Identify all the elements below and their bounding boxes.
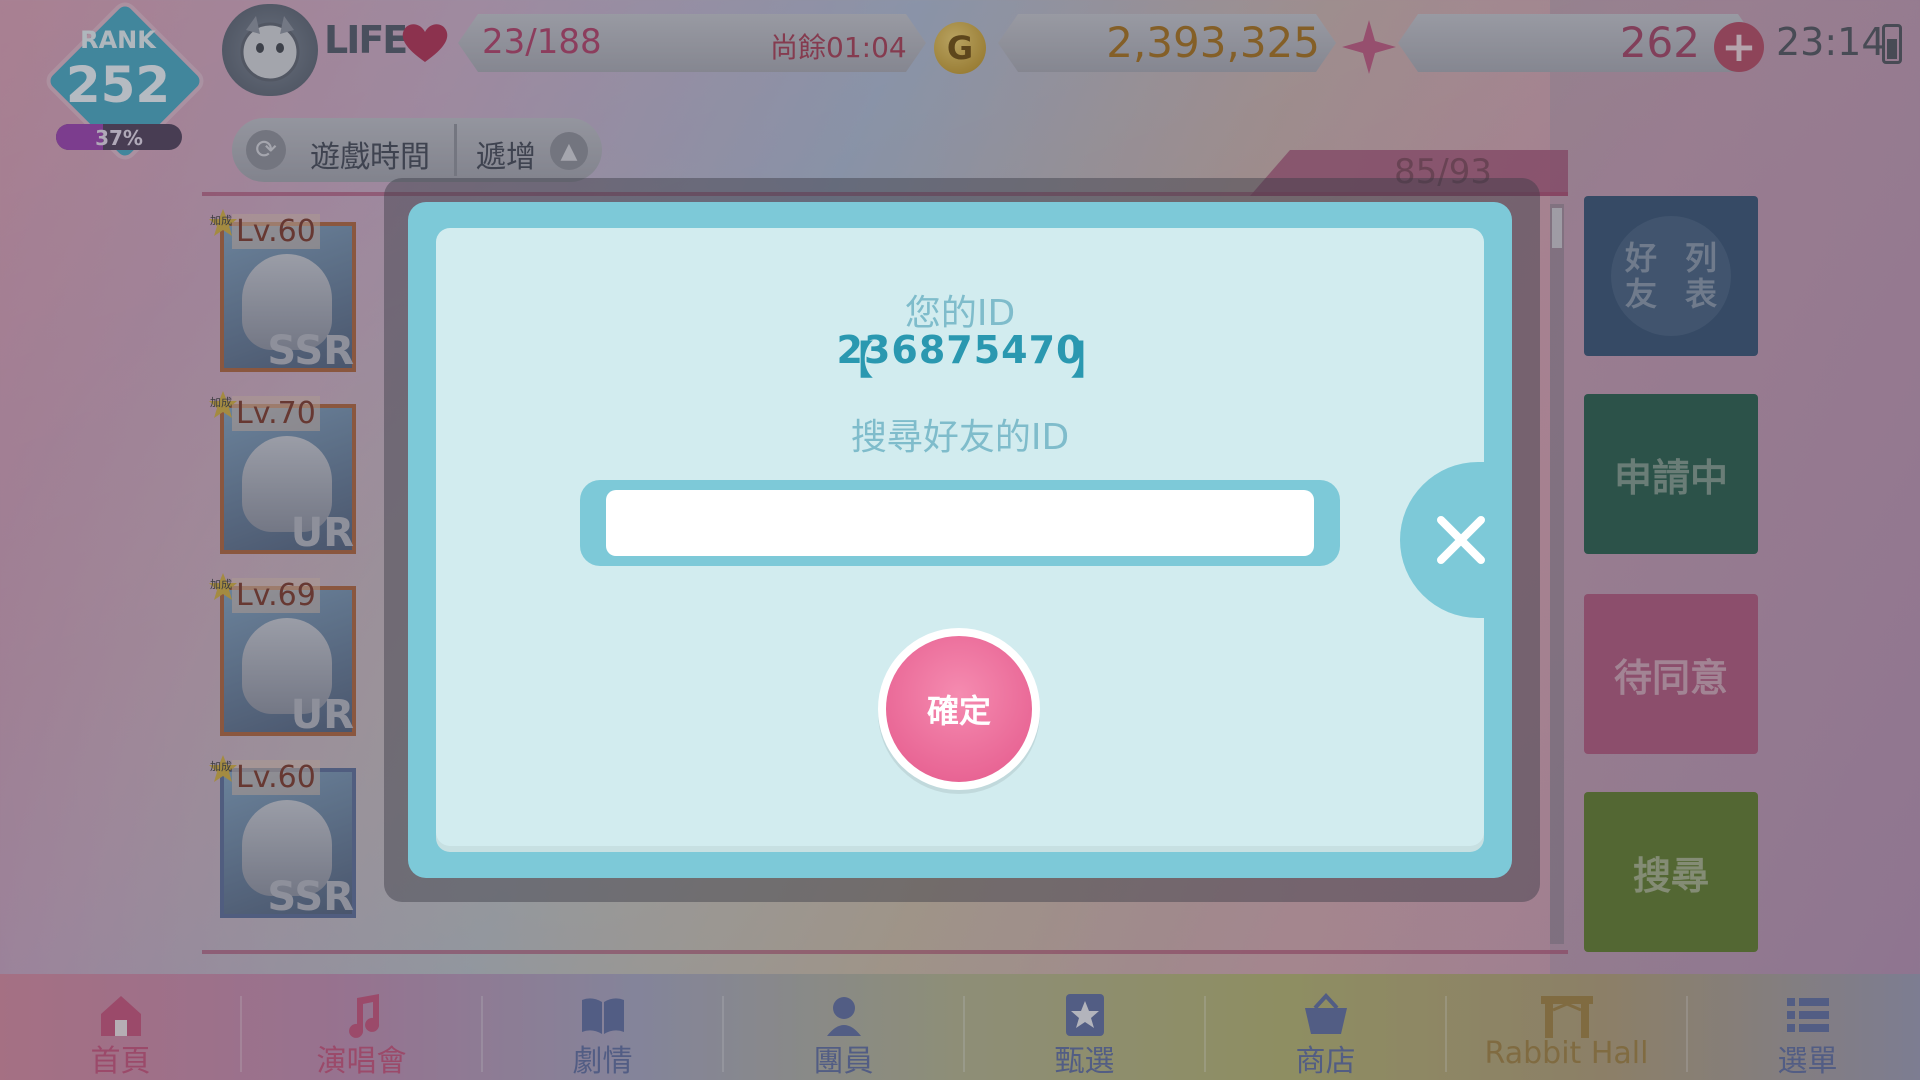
- your-id-value: 236875470: [836, 328, 1084, 372]
- friend-id-input[interactable]: [606, 490, 1314, 556]
- close-icon: [1437, 516, 1485, 564]
- confirm-button[interactable]: 確定: [878, 628, 1040, 790]
- search-friend-id-label: 搜尋好友的ID: [850, 417, 1070, 458]
- id-bracket-right: 】: [1070, 338, 1110, 384]
